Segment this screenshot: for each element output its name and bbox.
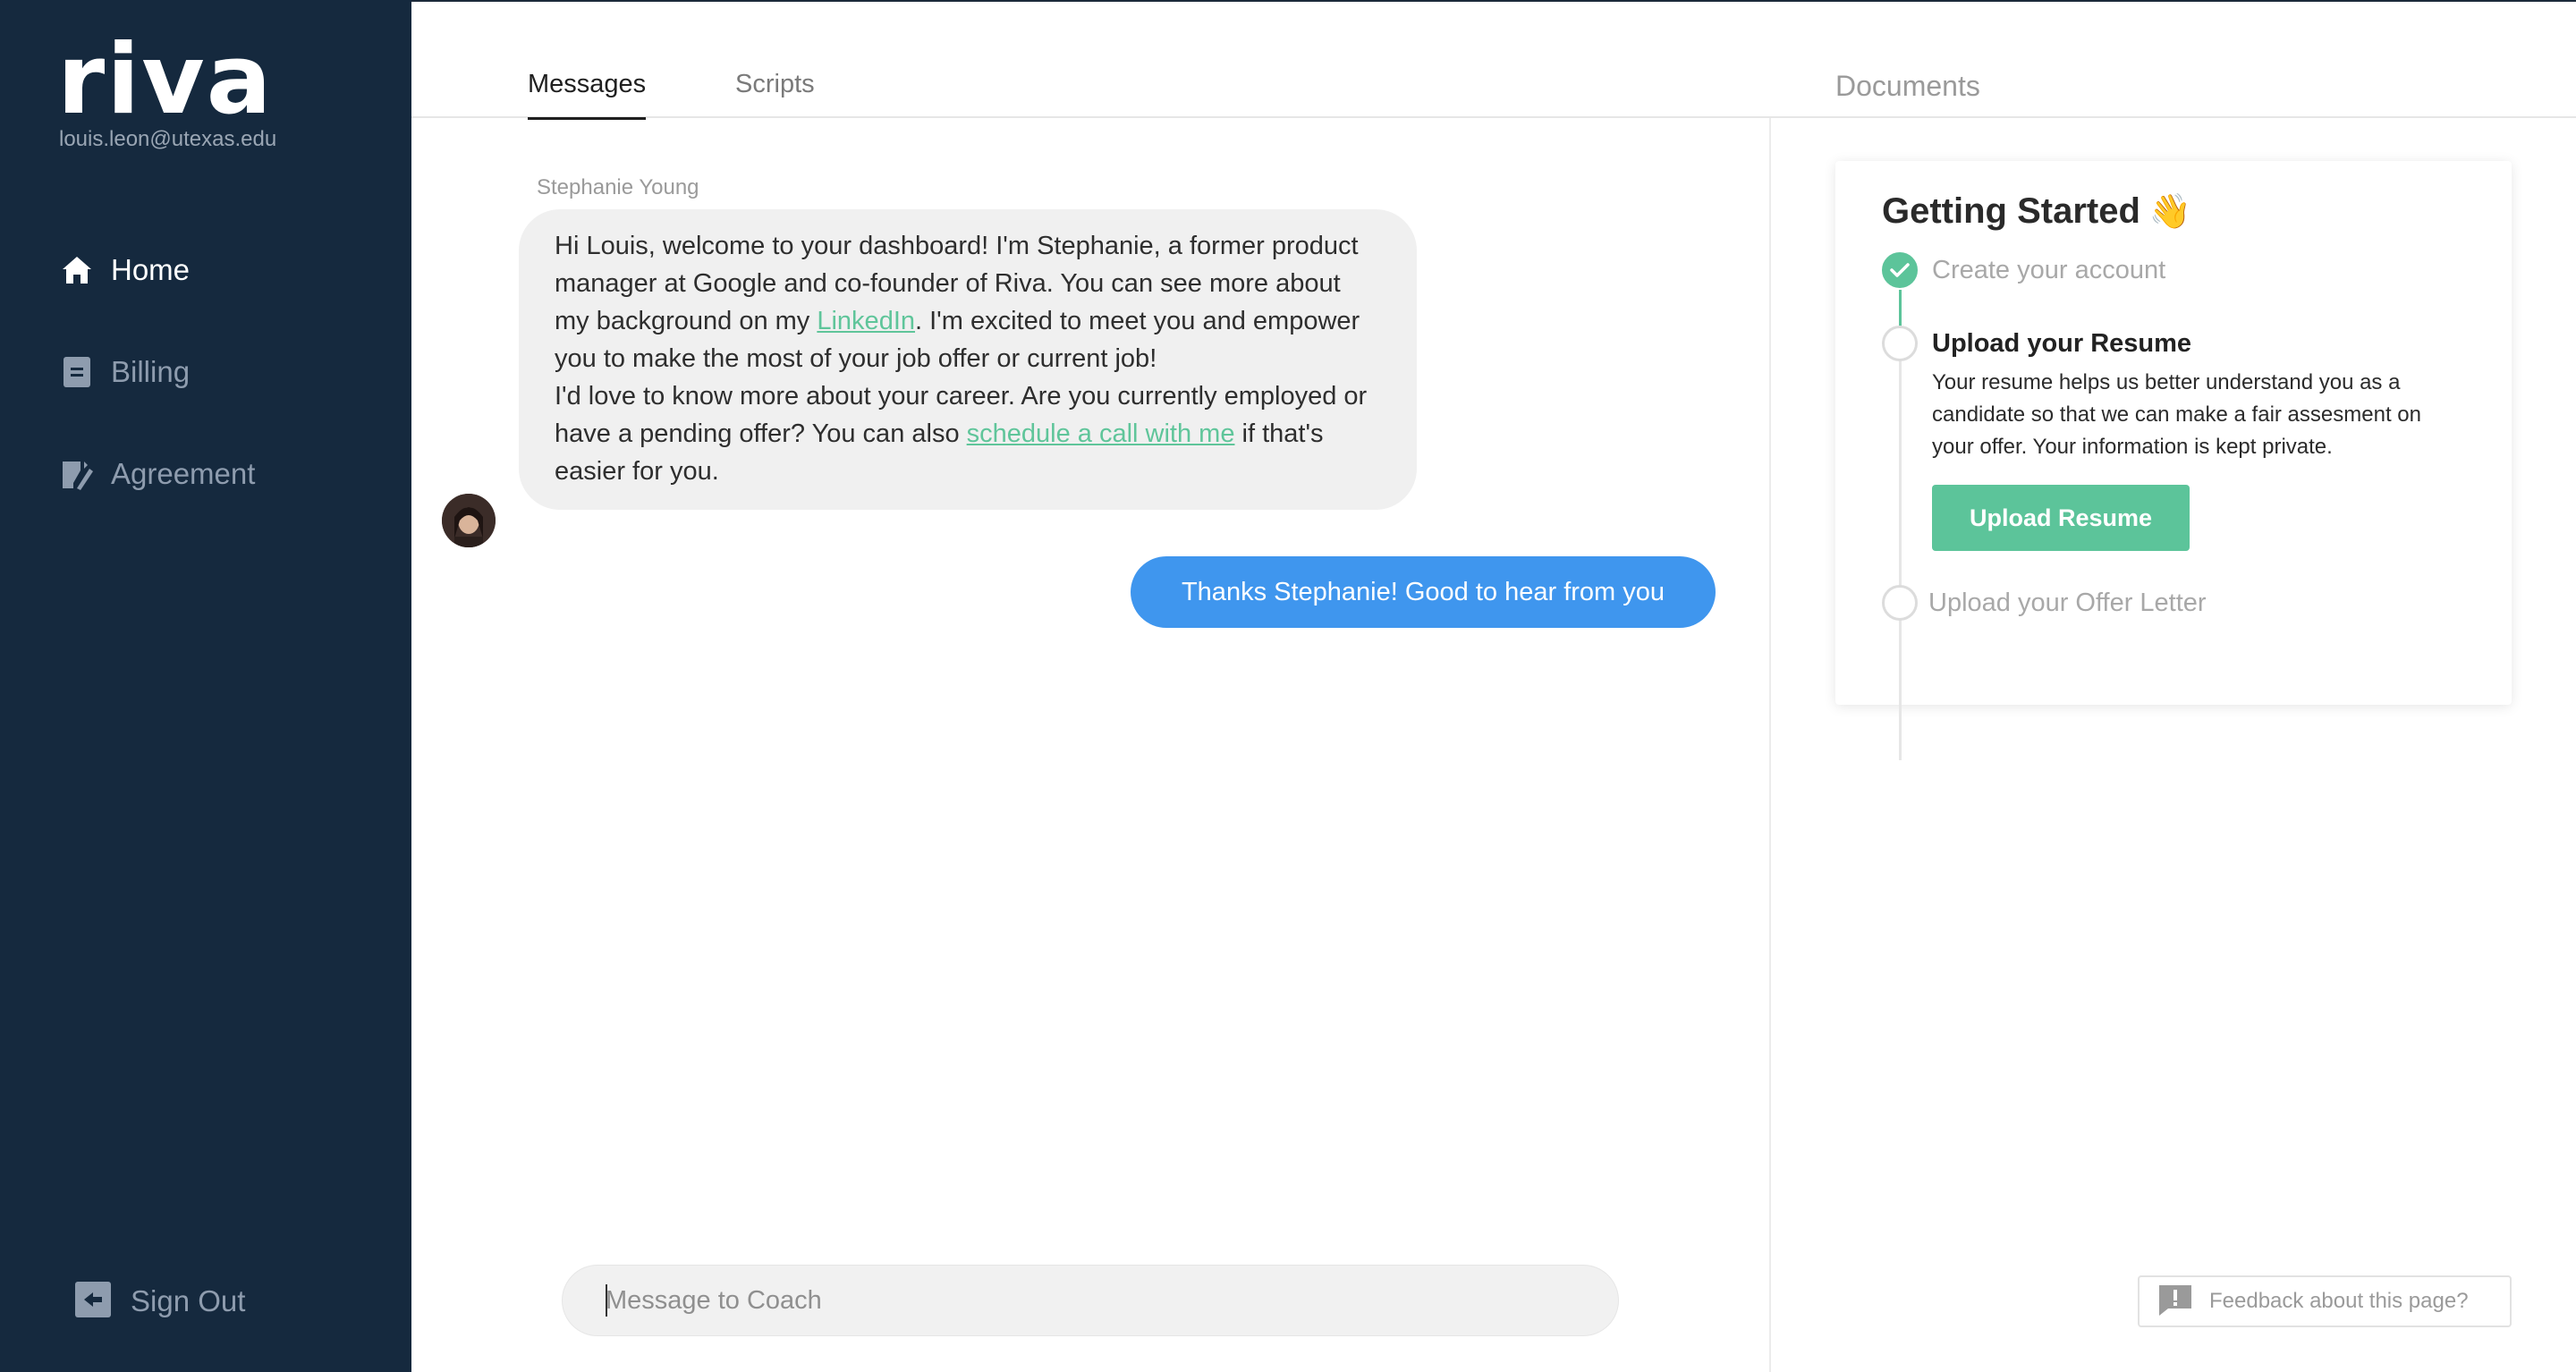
feedback-label: Feedback about this page? (2209, 1289, 2469, 1313)
message-paragraph: I'd love to know more about your career.… (555, 377, 1381, 490)
agreement-icon (59, 456, 95, 492)
step-pending-icon (1882, 585, 1918, 621)
tab-scripts[interactable]: Scripts (735, 70, 815, 117)
message-input-container (562, 1265, 1619, 1336)
upload-resume-button[interactable]: Upload Resume (1932, 485, 2190, 551)
feedback-button[interactable]: Feedback about this page? (2138, 1275, 2512, 1327)
linkedin-link[interactable]: LinkedIn (817, 307, 915, 335)
documents-title: Documents (1835, 70, 1980, 102)
step-pending-icon (1882, 326, 1918, 361)
sign-out-label: Sign Out (131, 1284, 246, 1317)
check-icon (1882, 252, 1918, 288)
sidebar-item-billing[interactable]: Billing (59, 345, 190, 399)
tab-bar: Messages Scripts Documents (411, 0, 2576, 120)
sidebar-item-label: Agreement (111, 457, 256, 490)
step-create-account: Create your account (1932, 256, 2166, 284)
sidebar-item-agreement[interactable]: Agreement (59, 447, 255, 501)
getting-started-card: Getting Started 👋 Create your account Up… (1835, 161, 2512, 760)
card-title: Getting Started 👋 (1882, 191, 2191, 232)
incoming-message: Hi Louis, welcome to your dashboard! I'm… (519, 209, 1417, 510)
sidebar-item-label: Home (111, 253, 191, 286)
riva-logo[interactable]: riva (57, 32, 274, 129)
sidebar: riva louis.leon@utexas.edu Home Billing … (0, 0, 411, 1372)
step-upload-offer-letter: Upload your Offer Letter (1928, 589, 2207, 617)
sidebar-item-label: Billing (111, 355, 191, 388)
sidebar-item-home[interactable]: Home (59, 243, 190, 297)
step-upload-resume: Upload your Resume (1932, 329, 2192, 358)
text-caret (606, 1284, 607, 1317)
sender-name: Stephanie Young (537, 175, 699, 199)
sign-out-button[interactable]: Sign Out (75, 1275, 245, 1328)
sign-out-icon (75, 1281, 111, 1322)
step-description: Your resume helps us better understand y… (1932, 370, 2421, 459)
feedback-icon (2157, 1283, 2193, 1320)
tab-messages[interactable]: Messages (528, 70, 647, 120)
user-email: louis.leon@utexas.edu (59, 127, 277, 151)
outgoing-message: Thanks Stephanie! Good to hear from you (1131, 556, 1716, 628)
card-title-text: Getting Started (1882, 191, 2140, 231)
home-icon (59, 252, 95, 288)
billing-icon (59, 354, 95, 390)
panel-divider (1769, 118, 1771, 1372)
waving-hand-icon: 👋 (2148, 192, 2192, 231)
coach-avatar[interactable] (442, 494, 496, 547)
schedule-call-link[interactable]: schedule a call with me (967, 419, 1235, 448)
message-paragraph: Hi Louis, welcome to your dashboard! I'm… (555, 227, 1381, 377)
message-input[interactable] (563, 1266, 1618, 1335)
